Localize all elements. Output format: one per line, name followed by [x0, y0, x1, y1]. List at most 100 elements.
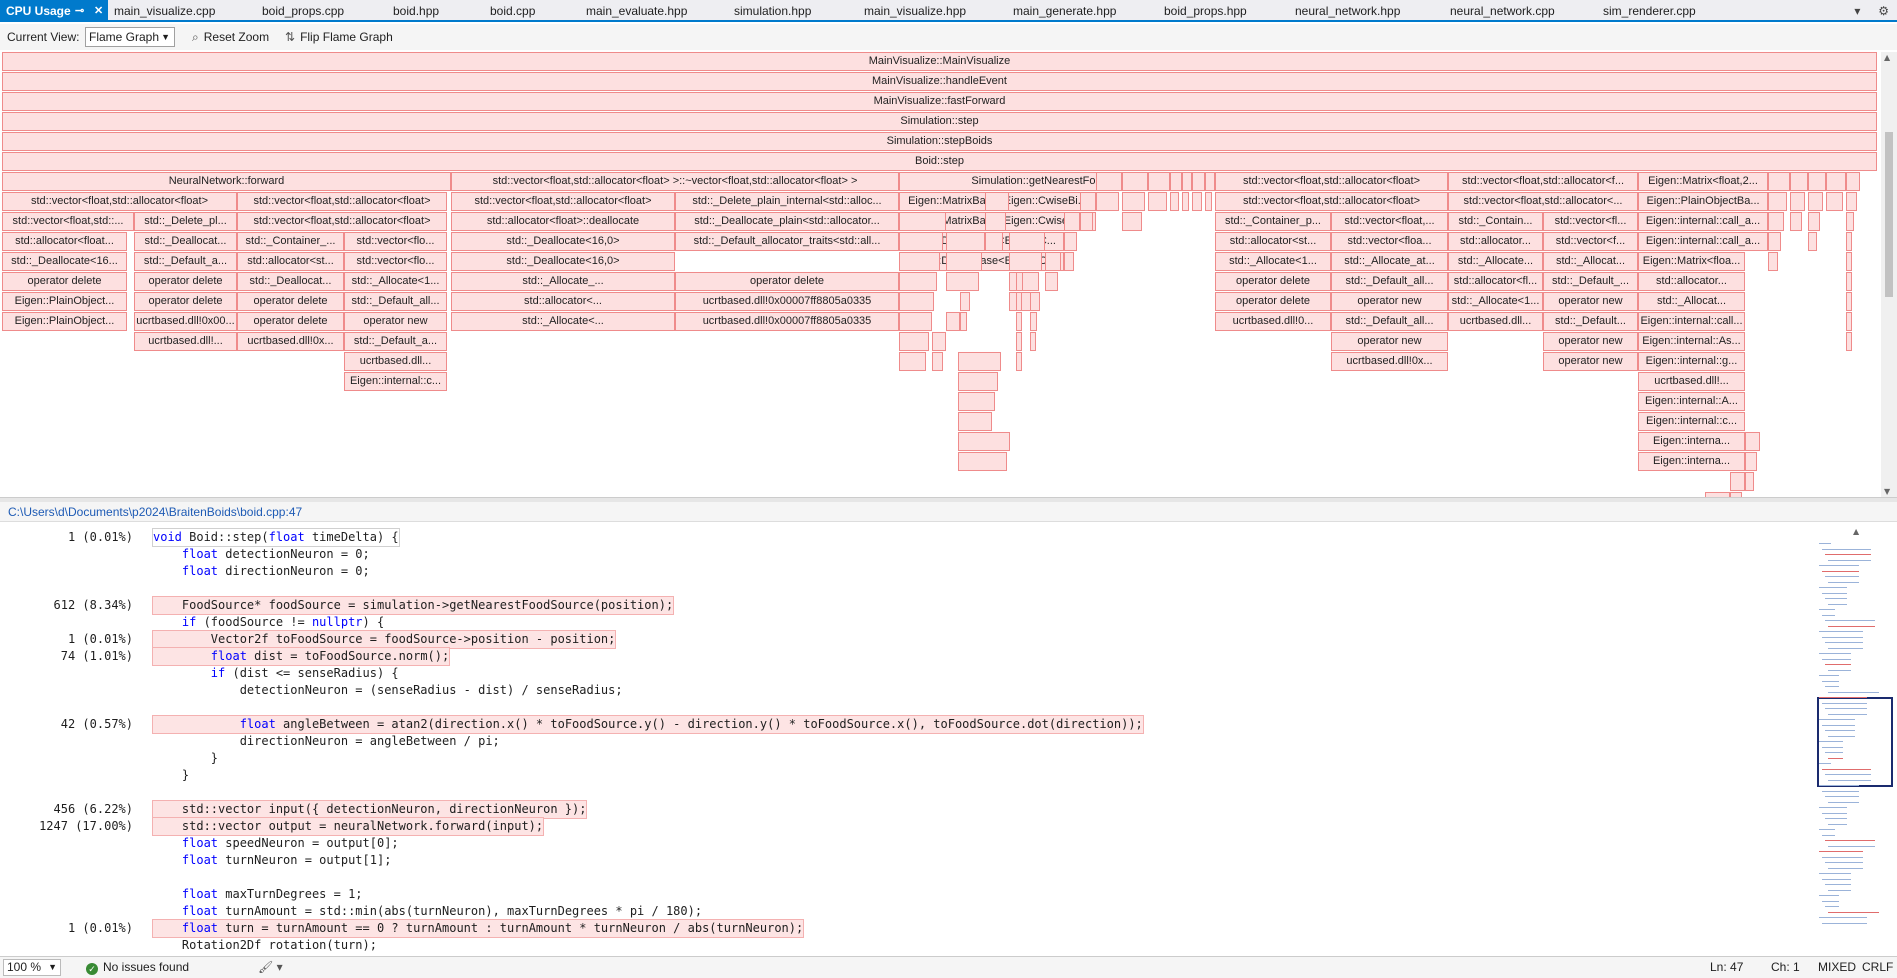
flame-frame[interactable]: std::allocator<st... — [237, 252, 344, 271]
flame-frame[interactable] — [899, 212, 946, 231]
code-line[interactable]: 456 (6.22%) std::vector input({ detectio… — [0, 800, 1810, 819]
flame-frame[interactable] — [1790, 192, 1805, 211]
flame-frame[interactable] — [1182, 192, 1189, 211]
flame-frame[interactable] — [946, 312, 960, 331]
flame-frame[interactable] — [899, 252, 940, 271]
flame-frame[interactable]: std::_Default_a... — [344, 332, 447, 351]
tab-sim-renderer-cpp[interactable]: sim_renderer.cpp — [1603, 0, 1696, 22]
flame-frame[interactable] — [899, 232, 943, 251]
flame-frame[interactable]: ucrtbased.dll!0x00... — [134, 312, 237, 331]
scrollbar-thumb[interactable] — [1885, 132, 1893, 297]
flame-frame[interactable]: Eigen::internal::call... — [1638, 312, 1745, 331]
code-line[interactable]: 1247 (17.00%) std::vector output = neura… — [0, 817, 1810, 836]
flame-frame[interactable]: std::vector<float,std::allocator<float> … — [451, 172, 899, 191]
tab-main-generate-hpp[interactable]: main_generate.hpp — [1013, 0, 1116, 22]
flame-frame[interactable] — [1808, 232, 1817, 251]
flame-frame[interactable]: NeuralNetwork::forward — [2, 172, 451, 191]
flame-frame[interactable]: std::_Allocat... — [1638, 292, 1745, 311]
flame-frame[interactable]: std::allocator... — [1448, 232, 1543, 251]
flame-frame[interactable] — [958, 412, 992, 431]
code-line[interactable]: if (foodSource != nullptr) { — [0, 614, 1810, 631]
flame-frame[interactable] — [1064, 212, 1080, 231]
whitespace-mode[interactable]: MIXED — [1818, 957, 1856, 977]
flame-frame[interactable] — [985, 232, 1003, 251]
flame-frame[interactable]: operator new — [1543, 292, 1638, 311]
flame-frame[interactable]: operator new — [1543, 352, 1638, 371]
flame-frame[interactable] — [1768, 212, 1784, 231]
flame-frame[interactable]: std::_Allocate<... — [451, 312, 675, 331]
flame-frame[interactable] — [1745, 452, 1757, 471]
flame-frame[interactable]: std::_Allocate<1... — [344, 272, 447, 291]
flame-frame[interactable] — [946, 252, 982, 271]
flame-frame[interactable]: ucrtbased.dll!0x00007ff8805a0335 — [675, 292, 899, 311]
flame-frame[interactable]: operator delete — [675, 272, 899, 291]
flame-frame[interactable]: std::_Default_allocator_traits<std::all.… — [675, 232, 899, 251]
flame-frame[interactable] — [1080, 192, 1096, 211]
flame-frame[interactable] — [1009, 272, 1039, 291]
flame-frame[interactable] — [985, 212, 1006, 231]
flame-frame[interactable]: ucrtbased.dll... — [344, 352, 447, 371]
flame-frame[interactable]: std::_Allocate_... — [451, 272, 675, 291]
flame-graph-scrollbar[interactable]: ▲ ▼ — [1881, 52, 1897, 497]
flame-frame[interactable]: operator delete — [1215, 292, 1331, 311]
flame-frame[interactable]: std::_Default_all... — [344, 292, 447, 311]
scroll-up-icon[interactable]: ▲ — [1853, 527, 1859, 536]
flame-frame[interactable]: Eigen::Matrix<float,2... — [1638, 172, 1768, 191]
code-line[interactable]: } — [0, 767, 1810, 784]
flame-frame[interactable]: Boid::step — [2, 152, 1877, 171]
flame-frame[interactable]: std::_Allocate_at... — [1331, 252, 1448, 271]
source-file-path[interactable]: C:\Users\d\Documents\p2024\BraitenBoids\… — [0, 502, 1897, 522]
current-view-select[interactable]: Flame Graph ▼ — [85, 27, 175, 47]
flame-frame[interactable] — [1192, 192, 1202, 211]
zoom-level-select[interactable]: 100 % ▼ — [3, 959, 61, 976]
code-line[interactable]: float turnNeuron = output[1]; — [0, 852, 1810, 869]
flame-frame[interactable] — [1768, 192, 1787, 211]
tab-main-evaluate-hpp[interactable]: main_evaluate.hpp — [586, 0, 687, 22]
flame-frame[interactable] — [1080, 212, 1093, 231]
code-line[interactable]: if (dist <= senseRadius) { — [0, 665, 1810, 682]
code-line[interactable] — [0, 869, 1810, 886]
flame-frame[interactable] — [1826, 192, 1843, 211]
flame-frame[interactable]: std::allocator<... — [451, 292, 675, 311]
flame-frame[interactable] — [1016, 352, 1022, 371]
flame-frame[interactable] — [899, 352, 926, 371]
flame-frame[interactable] — [1030, 332, 1036, 351]
flame-frame[interactable] — [1205, 172, 1215, 191]
flame-frame[interactable]: std::allocator... — [1638, 272, 1745, 291]
flame-frame[interactable] — [946, 272, 979, 291]
flame-frame[interactable] — [1045, 272, 1058, 291]
flame-frame[interactable]: Eigen::internal::As... — [1638, 332, 1745, 351]
flame-frame[interactable]: std::_Deallocat... — [134, 232, 237, 251]
tab-simulation-hpp[interactable]: simulation.hpp — [734, 0, 811, 22]
flame-frame[interactable]: std::_Default_all... — [1331, 312, 1448, 331]
scroll-up-icon[interactable]: ▲ — [1884, 53, 1890, 62]
flame-frame[interactable] — [1846, 212, 1854, 231]
flame-frame[interactable]: std::_Container_... — [237, 232, 344, 251]
flame-frame[interactable] — [1808, 192, 1823, 211]
flame-frame[interactable] — [958, 352, 1001, 371]
flame-frame[interactable]: std::allocator<st... — [1215, 232, 1331, 251]
flame-frame[interactable]: std::allocator<float... — [2, 232, 127, 251]
flame-frame[interactable]: MainVisualize::handleEvent — [2, 72, 1877, 91]
flame-frame[interactable] — [960, 292, 970, 311]
flame-frame[interactable]: ucrtbased.dll!0x... — [237, 332, 344, 351]
flame-frame[interactable]: operator delete — [134, 292, 237, 311]
flame-frame[interactable] — [946, 232, 985, 251]
flame-frame[interactable]: Eigen::internal::A... — [1638, 392, 1745, 411]
flame-frame[interactable]: std::_Allocat... — [1543, 252, 1638, 271]
flame-frame[interactable] — [1170, 192, 1179, 211]
flame-frame[interactable]: Eigen::interna... — [1638, 432, 1745, 451]
flame-frame[interactable] — [1745, 432, 1760, 451]
flame-frame[interactable]: std::_Deallocat... — [237, 272, 344, 291]
code-line[interactable]: float maxTurnDegrees = 1; — [0, 886, 1810, 903]
flame-frame[interactable] — [932, 332, 946, 351]
tab-main-visualize-cpp[interactable]: main_visualize.cpp — [114, 0, 215, 22]
flame-frame[interactable]: operator new — [1331, 292, 1448, 311]
code-line[interactable]: float speedNeuron = output[0]; — [0, 835, 1810, 852]
flame-frame[interactable] — [1030, 292, 1040, 311]
flame-frame[interactable]: std::vector<fl... — [1543, 212, 1638, 231]
flame-frame[interactable] — [1745, 472, 1754, 491]
flame-frame[interactable]: std::vector<float,std::allocator<float> — [1215, 172, 1448, 191]
flame-frame[interactable] — [1170, 172, 1182, 191]
flame-frame[interactable] — [1826, 172, 1846, 191]
